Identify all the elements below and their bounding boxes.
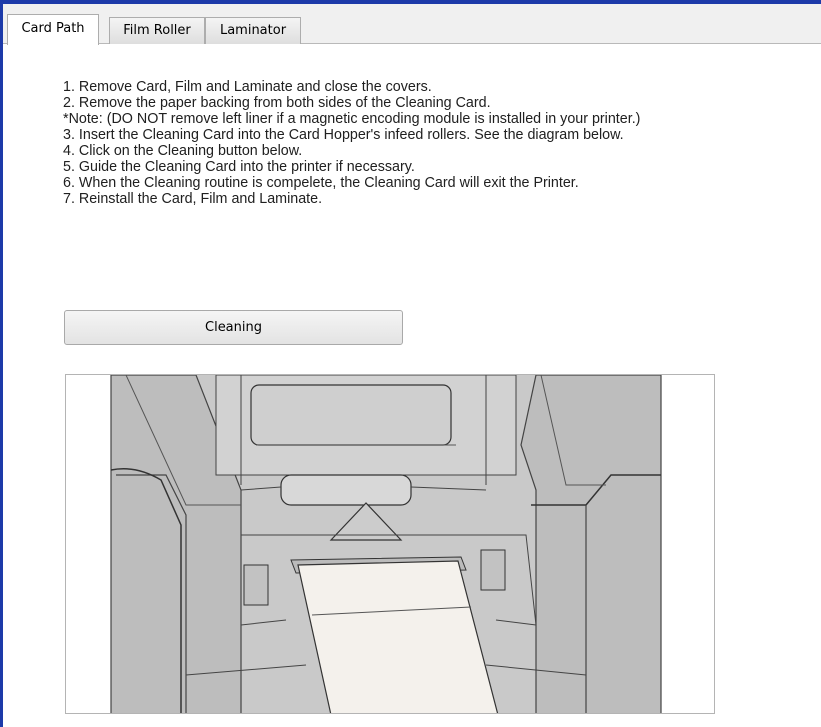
- instruction-step: 5. Guide the Cleaning Card into the prin…: [63, 159, 415, 175]
- tab-strip: Card Path Film Roller Laminator: [3, 4, 821, 45]
- instruction-list: 1. Remove Card, Film and Laminate and cl…: [63, 79, 640, 207]
- tab-card-path[interactable]: Card Path: [7, 14, 99, 45]
- tab-laminator[interactable]: Laminator: [205, 17, 301, 44]
- instruction-step: 3. Insert the Cleaning Card into the Car…: [63, 127, 624, 143]
- cleaning-button[interactable]: Cleaning: [64, 310, 403, 345]
- instruction-step: 6. When the Cleaning routine is compelet…: [63, 175, 579, 191]
- instruction-step: 7. Reinstall the Card, Film and Laminate…: [63, 191, 323, 207]
- card-path-diagram: [65, 374, 715, 714]
- tab-film-roller[interactable]: Film Roller: [109, 17, 205, 44]
- instruction-step: 2. Remove the paper backing from both si…: [63, 95, 491, 111]
- instruction-step: 1. Remove Card, Film and Laminate and cl…: [63, 79, 432, 95]
- instruction-step: 4. Click on the Cleaning button below.: [63, 143, 303, 159]
- tab-panel-card-path: 1. Remove Card, Film and Laminate and cl…: [3, 44, 821, 727]
- printer-card-hopper-illustration: [110, 375, 662, 713]
- instruction-note: *Note: (DO NOT remove left liner if a ma…: [63, 111, 641, 127]
